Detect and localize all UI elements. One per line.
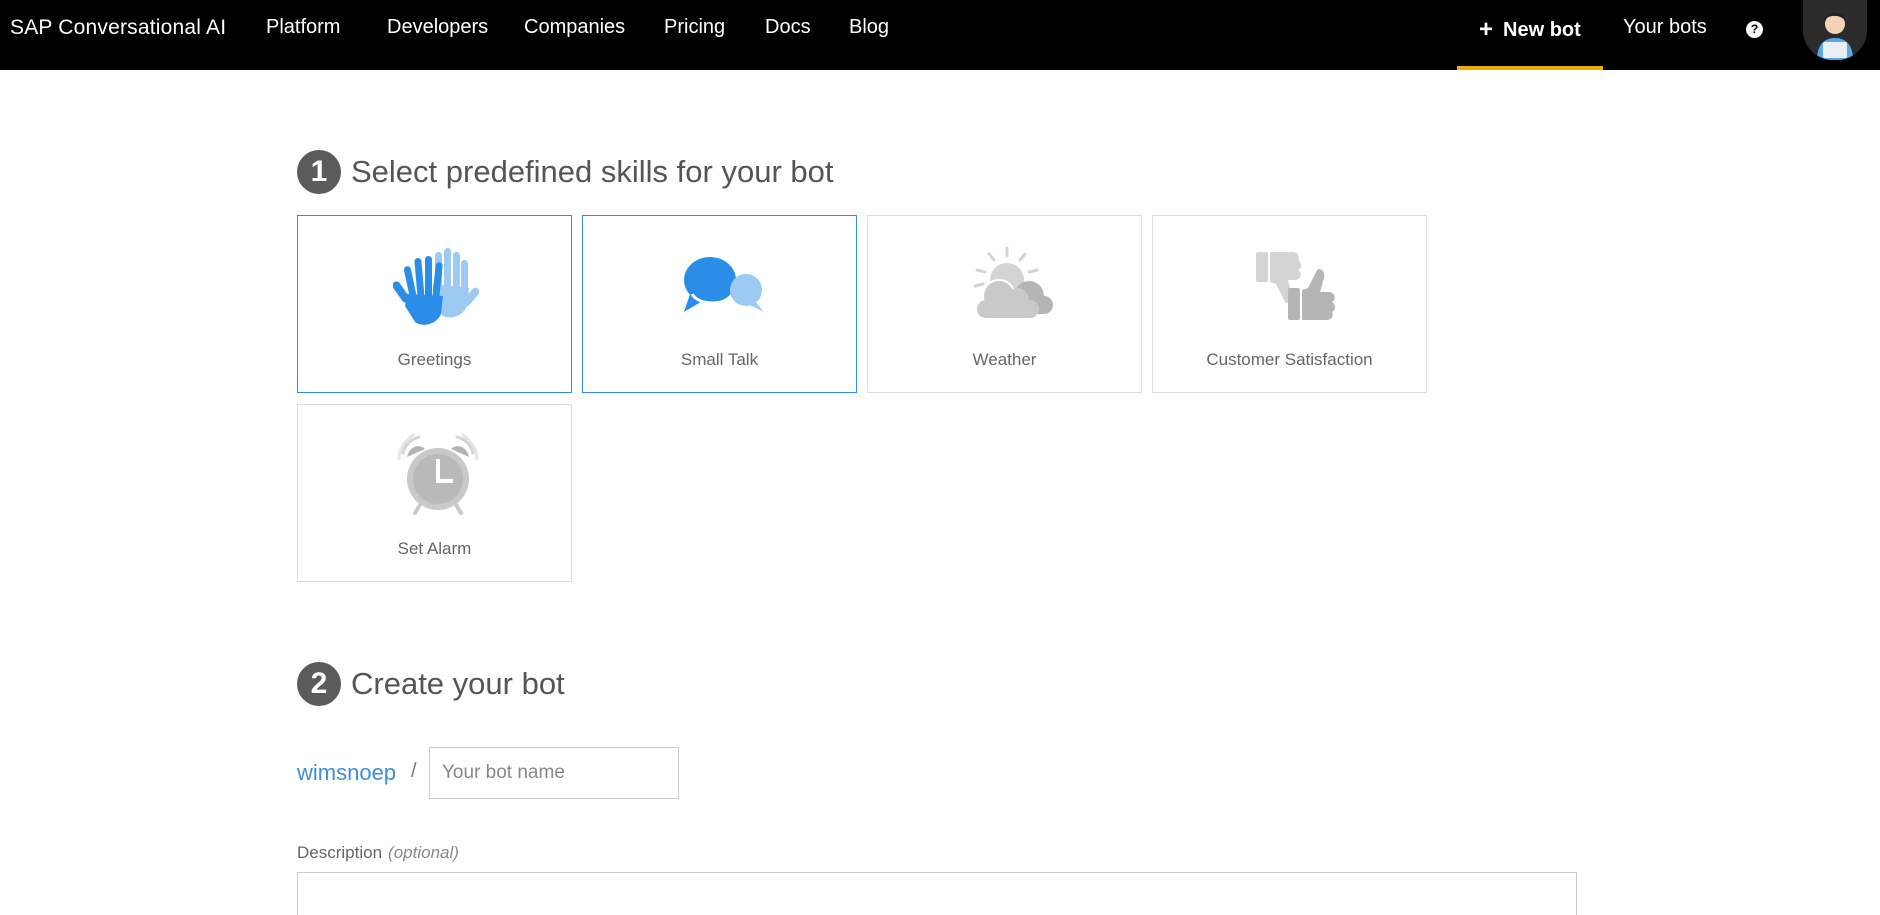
skill-label: Small Talk — [680, 350, 759, 369]
bot-name-input[interactable] — [429, 747, 679, 799]
chat-bubbles-icon — [684, 257, 764, 312]
new-bot-button[interactable]: + New bot — [1479, 15, 1581, 43]
description-label-text: Description — [297, 843, 383, 862]
skill-label: Customer Satisfaction — [1206, 350, 1373, 369]
nav-blog[interactable]: Blog — [849, 16, 889, 39]
skill-card-set-alarm[interactable]: Set Alarm — [297, 404, 572, 582]
user-avatar[interactable] — [1803, 0, 1867, 60]
thumbs-icon — [1256, 252, 1335, 320]
description-label: Description (optional) — [297, 843, 459, 863]
waving-hands-icon — [393, 248, 479, 325]
path-separator: / — [411, 760, 417, 782]
nav-docs[interactable]: Docs — [765, 16, 811, 39]
skill-card-weather[interactable]: Weather — [867, 215, 1142, 393]
step-1-title: Select predefined skills for your bot — [351, 154, 834, 189]
step-2-badge: 2 — [297, 662, 341, 706]
skill-label: Set Alarm — [397, 539, 472, 558]
optional-hint: (optional) — [388, 843, 459, 862]
avatar-icon — [1803, 0, 1867, 60]
nav-companies[interactable]: Companies — [524, 16, 625, 39]
help-icon[interactable]: ? — [1746, 21, 1763, 38]
skill-label: Weather — [972, 350, 1037, 369]
new-bot-tab[interactable]: + New bot — [1457, 0, 1603, 70]
owner-link[interactable]: wimsnoep — [297, 760, 396, 786]
nav-pricing[interactable]: Pricing — [664, 16, 725, 39]
step-2-title: Create your bot — [351, 666, 565, 701]
nav-your-bots[interactable]: Your bots — [1623, 16, 1707, 39]
plus-icon: + — [1479, 16, 1494, 43]
description-textarea[interactable] — [297, 872, 1577, 915]
new-bot-label: New bot — [1503, 19, 1581, 41]
skill-label: Greetings — [397, 350, 472, 369]
skill-card-greetings[interactable]: Greetings — [297, 215, 572, 393]
sun-cloud-icon — [973, 246, 1053, 318]
alarm-clock-icon — [397, 433, 479, 515]
nav-platform[interactable]: Platform — [266, 16, 340, 39]
step-1-badge: 1 — [297, 150, 341, 194]
skill-card-customer-satisfaction[interactable]: Customer Satisfaction — [1152, 215, 1427, 393]
top-nav-bar: SAP Conversational AI Platform Developer… — [0, 0, 1880, 70]
nav-developers[interactable]: Developers — [387, 16, 488, 39]
skill-card-small-talk[interactable]: Small Talk — [582, 215, 857, 393]
brand-logo[interactable]: SAP Conversational AI — [10, 16, 226, 40]
